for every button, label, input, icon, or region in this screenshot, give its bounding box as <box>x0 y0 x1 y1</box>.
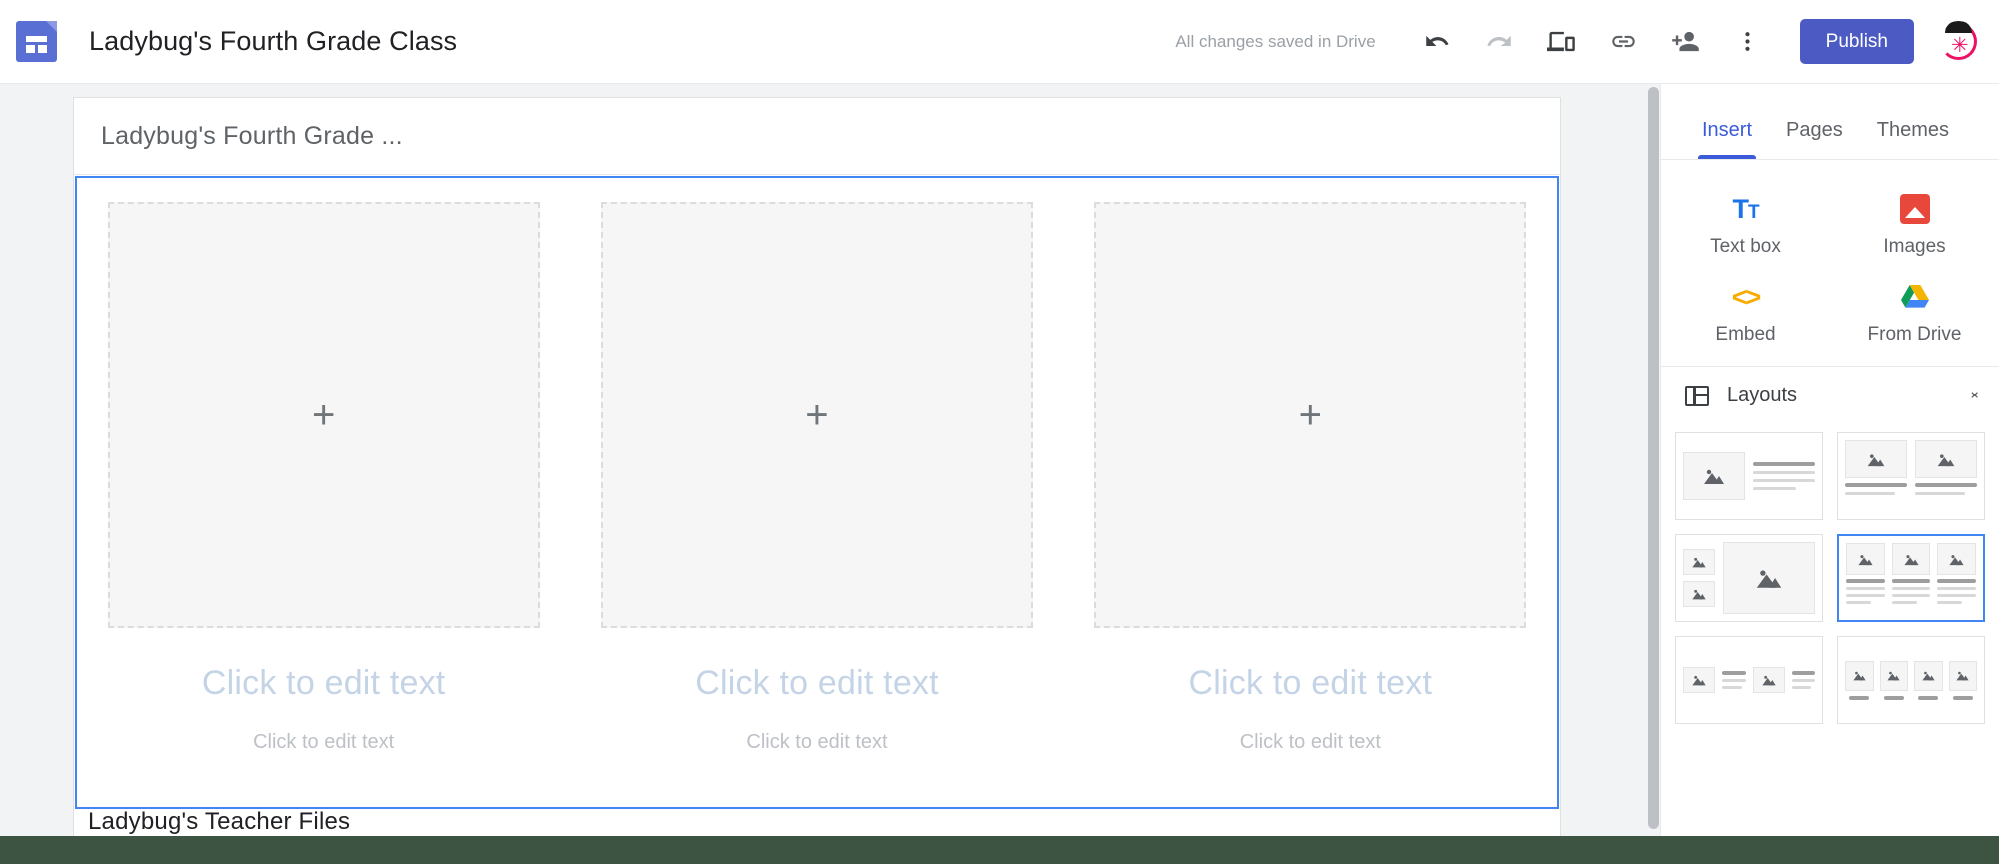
logo-glyph <box>26 36 47 53</box>
undo-button[interactable] <box>1412 16 1464 68</box>
publish-button[interactable]: Publish <box>1799 19 1914 64</box>
editor-workspace: Ladybug's Fourth Grade ... + Click to ed… <box>0 84 1999 836</box>
top-app-bar: Ladybug's Fourth Grade Class All changes… <box>0 0 1999 84</box>
footer-band[interactable]: Ladybug's Teacher Files <box>74 808 1560 836</box>
image-thumb-icon <box>1692 675 1706 686</box>
insert-text-box[interactable]: TT Text box <box>1661 182 1830 260</box>
image-placeholder-3[interactable]: + <box>1094 202 1527 628</box>
image-thumb-icon <box>1903 554 1919 565</box>
image-placeholder-1[interactable]: + <box>107 202 540 628</box>
insert-images-label: Images <box>1883 236 1946 257</box>
preview-button[interactable] <box>1536 16 1588 68</box>
right-side-panel: Insert Pages Themes TT Text box Images <… <box>1660 84 1999 836</box>
layouts-icon <box>1685 385 1709 406</box>
insert-from-drive-label: From Drive <box>1867 324 1962 345</box>
layout-option-three-column-image-text[interactable] <box>1837 534 1985 622</box>
document-title[interactable]: Ladybug's Fourth Grade Class <box>89 26 457 57</box>
canvas-scrollbar[interactable] <box>1647 84 1660 836</box>
redo-button[interactable] <box>1474 16 1526 68</box>
image-thumb-icon <box>1887 671 1900 681</box>
tab-themes[interactable]: Themes <box>1860 119 1966 159</box>
plus-icon: + <box>311 393 336 437</box>
more-options-button[interactable] <box>1722 16 1774 68</box>
tab-pages[interactable]: Pages <box>1769 119 1860 159</box>
layouts-section-header[interactable]: Layouts ⌄ ⌃ <box>1661 366 1999 424</box>
image-thumb-icon <box>1949 554 1964 565</box>
column-1[interactable]: + Click to edit text Click to edit text <box>77 202 570 807</box>
text-box-icon: TT <box>1732 193 1759 224</box>
page-title-band[interactable]: Ladybug's Fourth Grade ... <box>74 98 1560 175</box>
image-thumb-icon <box>1922 671 1935 681</box>
image-thumb-icon <box>1937 453 1955 466</box>
heading-placeholder-1[interactable]: Click to edit text <box>202 664 446 703</box>
redo-icon <box>1487 35 1511 47</box>
google-sites-logo-icon[interactable] <box>16 21 57 62</box>
plus-icon: + <box>1298 393 1322 437</box>
scrollbar-thumb[interactable] <box>1648 87 1659 829</box>
collapse-expand-chevrons-icon[interactable]: ⌄ ⌃ <box>1968 384 1981 408</box>
ladybug-star: ✳ <box>1951 34 1969 57</box>
copy-link-button[interactable] <box>1598 16 1650 68</box>
heading-placeholder-3[interactable]: Click to edit text <box>1189 664 1433 703</box>
layouts-grid <box>1661 424 1999 738</box>
selected-section[interactable]: + Click to edit text Click to edit text … <box>75 176 1559 809</box>
undo-icon <box>1426 35 1449 46</box>
image-thumb-icon <box>1704 469 1724 484</box>
heading-placeholder-2[interactable]: Click to edit text <box>695 664 939 703</box>
bottom-status-bar <box>0 836 1999 864</box>
logo-fold <box>46 21 57 32</box>
ladybug-head <box>1945 21 1972 33</box>
image-thumb-icon <box>1867 453 1885 466</box>
google-drive-icon <box>1899 278 1931 316</box>
layout-option-image-left-text-right[interactable] <box>1675 432 1823 520</box>
insert-images[interactable]: Images <box>1830 182 1999 260</box>
layout-option-two-small-images-one-large[interactable] <box>1675 534 1823 622</box>
image-thumb-icon <box>1756 570 1782 588</box>
three-column-layout: + Click to edit text Click to edit text … <box>77 178 1557 807</box>
image-thumb-icon <box>1853 671 1866 681</box>
insert-embed[interactable]: <> Embed <box>1661 270 1830 348</box>
embed-code-icon: <> <box>1731 281 1762 312</box>
save-status-text: All changes saved in Drive <box>1175 31 1376 51</box>
share-button[interactable] <box>1660 16 1712 68</box>
link-icon <box>1612 35 1635 48</box>
body-placeholder-1[interactable]: Click to edit text <box>253 731 394 754</box>
layouts-label: Layouts <box>1727 384 1798 406</box>
column-2[interactable]: + Click to edit text Click to edit text <box>570 202 1063 807</box>
layout-option-four-column-image-caption[interactable] <box>1837 636 1985 724</box>
images-icon <box>1899 190 1930 228</box>
image-thumb-icon <box>1956 671 1969 681</box>
body-placeholder-3[interactable]: Click to edit text <box>1240 731 1381 754</box>
insert-options-grid: TT Text box Images <> Embed From Drive <box>1661 160 1999 366</box>
layout-option-two-column-image-text[interactable] <box>1837 432 1985 520</box>
footer-text[interactable]: Ladybug's Teacher Files <box>88 808 350 836</box>
image-thumb-icon <box>1692 557 1706 568</box>
image-placeholder-2[interactable]: + <box>600 202 1033 628</box>
user-avatar[interactable]: ✳ <box>1938 21 1979 62</box>
image-thumb-icon <box>1858 554 1873 565</box>
page-title-text[interactable]: Ladybug's Fourth Grade ... <box>101 122 403 151</box>
insert-text-box-label: Text box <box>1710 236 1781 257</box>
panel-tab-bar: Insert Pages Themes <box>1661 84 1999 160</box>
insert-embed-label: Embed <box>1715 324 1776 345</box>
body-placeholder-2[interactable]: Click to edit text <box>746 731 887 754</box>
insert-from-drive[interactable]: From Drive <box>1830 270 1999 348</box>
add-person-icon <box>1672 31 1699 52</box>
plus-icon: + <box>805 393 829 437</box>
layout-option-two-inline-image-text[interactable] <box>1675 636 1823 724</box>
image-thumb-icon <box>1761 675 1776 686</box>
more-vertical-icon <box>1745 32 1750 51</box>
preview-devices-icon <box>1547 31 1575 52</box>
tab-insert[interactable]: Insert <box>1685 119 1769 159</box>
column-3[interactable]: + Click to edit text Click to edit text <box>1064 202 1557 807</box>
site-canvas[interactable]: Ladybug's Fourth Grade ... + Click to ed… <box>74 98 1560 836</box>
image-thumb-icon <box>1692 589 1706 600</box>
